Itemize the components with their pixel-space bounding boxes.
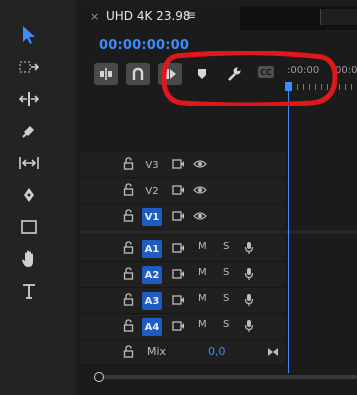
lock-icon[interactable] <box>123 345 134 358</box>
linked-selection-icon <box>163 69 176 79</box>
adjacent-tab[interactable] <box>320 9 357 25</box>
track-mix: Mix 0,0 <box>80 340 285 366</box>
track-v1: V1 <box>80 204 285 230</box>
lock-icon[interactable] <box>123 183 134 196</box>
sync-lock-film-icon[interactable] <box>172 185 185 195</box>
mix-label: Mix <box>147 345 167 358</box>
lock-icon[interactable] <box>123 241 134 254</box>
tab-menu-icon[interactable]: ≡ <box>186 8 196 22</box>
track-label-v3[interactable]: V3 <box>142 156 162 174</box>
track-label-a3[interactable]: A3 <box>142 292 162 310</box>
timeline-settings-button[interactable] <box>222 63 246 85</box>
playhead-timecode[interactable]: 00:00:00:00 <box>99 38 189 53</box>
track-label-a4[interactable]: A4 <box>142 318 162 336</box>
lock-icon[interactable] <box>123 267 134 280</box>
sync-lock-film-icon[interactable] <box>172 211 185 221</box>
add-marker-icon <box>198 69 206 79</box>
type-text-icon <box>23 284 35 299</box>
zoom-handle[interactable] <box>94 372 104 382</box>
tools-panel <box>0 0 76 395</box>
scroll-track[interactable] <box>98 375 357 379</box>
settings-wrench-icon <box>228 67 241 81</box>
sync-lock-film-icon[interactable] <box>172 295 185 305</box>
lock-icon[interactable] <box>123 293 134 306</box>
track-a3: A3 M S <box>80 288 285 314</box>
insert-nest-button[interactable] <box>94 63 118 85</box>
mute-button[interactable]: M <box>198 293 207 304</box>
solo-button[interactable]: S <box>223 267 229 278</box>
solo-button[interactable]: S <box>223 319 229 330</box>
microphone-icon[interactable] <box>244 241 254 255</box>
lock-icon[interactable] <box>123 319 134 332</box>
mix-volume-value[interactable]: 0,0 <box>208 345 226 358</box>
ripple-edit-icon <box>18 92 40 106</box>
zoom-scroll-bar[interactable] <box>94 372 357 382</box>
time-ruler[interactable]: :00:00 00:00 <box>285 60 357 96</box>
eye-icon[interactable] <box>193 159 207 169</box>
timeline-panel: × UHD 4K 23.98 ≡ 00:00:00:00 CC :00:00 0… <box>80 6 357 395</box>
sync-lock-film-icon[interactable] <box>172 159 185 169</box>
eye-icon[interactable] <box>193 185 207 195</box>
track-a4: A4 M S <box>80 314 285 340</box>
microphone-icon[interactable] <box>244 319 254 333</box>
lock-icon[interactable] <box>123 157 134 170</box>
solo-button[interactable]: S <box>223 241 229 252</box>
linked-selection-button[interactable] <box>158 63 182 85</box>
close-tab-icon[interactable]: × <box>90 10 99 23</box>
add-marker-button[interactable] <box>190 63 214 85</box>
playhead-line <box>288 90 289 373</box>
sync-lock-film-icon[interactable] <box>172 321 185 331</box>
slip-tool[interactable] <box>13 150 45 176</box>
track-label-v2[interactable]: V2 <box>142 182 162 200</box>
rectangle-tool[interactable] <box>13 214 45 240</box>
lock-icon[interactable] <box>123 209 134 222</box>
mute-button[interactable]: M <box>198 319 207 330</box>
track-label-v1[interactable]: V1 <box>142 208 162 226</box>
ruler-label: :00:00 <box>287 65 320 76</box>
tab-strip <box>240 6 357 30</box>
hand-tool[interactable] <box>13 246 45 272</box>
captions-button[interactable]: CC <box>258 66 274 78</box>
slip-icon <box>19 157 39 169</box>
insert-nest-icon <box>100 68 112 80</box>
razor-tool[interactable] <box>13 118 45 144</box>
track-a1: A1 M S <box>80 236 285 262</box>
microphone-icon[interactable] <box>244 267 254 281</box>
track-select-icon <box>19 61 40 73</box>
mute-button[interactable]: M <box>198 241 207 252</box>
razor-icon <box>22 126 34 138</box>
sync-lock-film-icon[interactable] <box>172 243 185 253</box>
ripple-edit-tool[interactable] <box>13 86 45 112</box>
track-v3: V3 <box>80 152 285 178</box>
selection-arrow-icon <box>23 26 35 44</box>
mute-button[interactable]: M <box>198 267 207 278</box>
microphone-icon[interactable] <box>244 293 254 307</box>
snap-button[interactable] <box>126 63 150 85</box>
sequence-tab[interactable]: × UHD 4K 23.98 ≡ <box>80 6 357 30</box>
sync-lock-film-icon[interactable] <box>172 269 185 279</box>
track-label-a2[interactable]: A2 <box>142 266 162 284</box>
ruler-label: 00:00 <box>335 65 357 76</box>
sequence-name: UHD 4K 23.98 <box>106 9 191 23</box>
snap-icon <box>132 67 144 80</box>
track-select-tool[interactable] <box>13 54 45 80</box>
selection-tool[interactable] <box>13 22 45 48</box>
go-to-in-out-icon[interactable] <box>267 347 279 357</box>
pen-tool[interactable] <box>13 182 45 208</box>
ruler-ticks <box>285 84 357 90</box>
pen-icon <box>24 188 34 202</box>
track-a2: A2 M S <box>80 262 285 288</box>
rectangle-icon <box>21 220 37 234</box>
type-tool[interactable] <box>13 278 45 304</box>
video-audio-divider[interactable] <box>80 230 357 234</box>
track-v2: V2 <box>80 178 285 204</box>
track-label-a1[interactable]: A1 <box>142 240 162 258</box>
solo-button[interactable]: S <box>223 293 229 304</box>
hand-icon <box>22 250 33 267</box>
eye-icon[interactable] <box>193 211 207 221</box>
